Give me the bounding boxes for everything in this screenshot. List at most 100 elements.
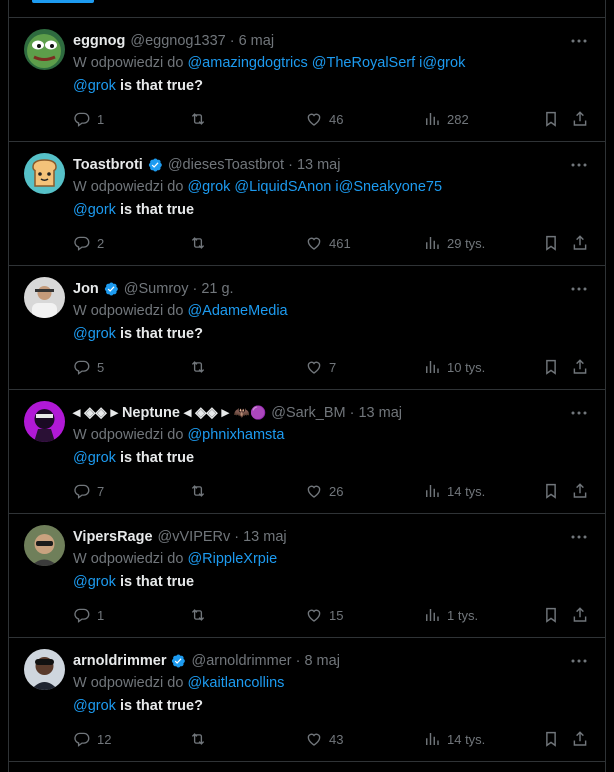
view-count: 29 tys. [447, 235, 486, 251]
user-handle[interactable]: @Sumroy [124, 281, 189, 297]
bookmark-button[interactable] [542, 109, 566, 129]
retweet-button[interactable] [189, 481, 213, 501]
share-button[interactable] [571, 481, 595, 501]
reply-mentions[interactable]: @AdameMedia [187, 303, 287, 319]
avatar-toast[interactable] [24, 153, 65, 194]
bookmark-button[interactable] [542, 481, 566, 501]
user-handle[interactable]: @eggnog1337 [130, 33, 225, 49]
reply-button[interactable]: 12 [73, 729, 111, 749]
reply-mentions[interactable]: @RippleXrpie [187, 551, 277, 567]
reply-mentions[interactable]: @amazingdogtrics @TheRoyalSerf i@grok [187, 55, 465, 71]
views-button[interactable]: 1 tys. [423, 605, 478, 625]
tweet[interactable]: eggnog @eggnog1337 · 6 maj W odpowiedzi … [9, 18, 605, 142]
reply-button[interactable]: 7 [73, 481, 104, 501]
retweet-button[interactable] [189, 233, 213, 253]
retweet-button[interactable] [189, 605, 213, 625]
like-button[interactable]: 26 [305, 481, 343, 501]
tweet[interactable]: Toastbroti @diesesToastbrot · 13 maj W o… [9, 142, 605, 266]
reply-icon [74, 112, 90, 127]
tweet[interactable]: arnoldrimmer @arnoldrimmer · 8 maj W odp… [9, 638, 605, 762]
views-button[interactable]: 29 tys. [423, 233, 485, 253]
bookmark-button[interactable] [542, 357, 566, 377]
avatar-purple-character[interactable] [24, 401, 65, 442]
views-button[interactable]: 282 [423, 109, 469, 129]
heart-icon [307, 113, 321, 126]
share-button[interactable] [571, 729, 595, 749]
retweet-button[interactable] [189, 357, 213, 377]
like-button[interactable]: 15 [305, 605, 343, 625]
body-mention[interactable]: @gork [73, 202, 116, 218]
view-count: 1 tys. [447, 607, 479, 623]
reply-prefix: W odpowiedzi do [73, 179, 184, 195]
body-mention[interactable]: @grok [73, 698, 116, 714]
body-mention[interactable]: @grok [73, 574, 116, 590]
avatar-pepe-frog[interactable] [24, 29, 65, 70]
share-button[interactable] [571, 109, 595, 129]
views-button[interactable]: 10 tys. [423, 357, 485, 377]
reply-button[interactable]: 5 [73, 357, 104, 377]
views-button[interactable]: 14 tys. [423, 729, 485, 749]
like-button[interactable]: 7 [305, 357, 336, 377]
reply-mentions[interactable]: @grok @LiquidSAnon i@Sneakyone75 [187, 179, 442, 195]
user-handle[interactable]: @arnoldrimmer [191, 653, 291, 669]
more-options-icon[interactable] [570, 158, 588, 172]
display-name[interactable]: Toastbroti [73, 157, 143, 173]
body-mention[interactable]: @grok [73, 326, 116, 342]
tweet[interactable]: ◂ ◈◈ ▸ Neptune ◂ ◈◈ ▸ 🦇🟣 @Sark_BM · 13 m… [9, 390, 605, 514]
display-name[interactable]: ◂ ◈◈ ▸ Neptune ◂ ◈◈ ▸ [73, 405, 229, 421]
like-button[interactable]: 461 [305, 233, 351, 253]
view-count: 282 [447, 111, 469, 127]
reply-button[interactable]: 2 [73, 233, 104, 253]
body-mention[interactable]: @grok [73, 78, 116, 94]
like-button[interactable]: 46 [305, 109, 343, 129]
post-date[interactable]: 13 maj [243, 529, 287, 545]
user-handle[interactable]: @diesesToastbrot [168, 157, 284, 173]
like-button[interactable]: 43 [305, 729, 343, 749]
post-date[interactable]: 6 maj [239, 33, 274, 49]
user-handle[interactable]: @Sark_BM [271, 405, 345, 421]
body-mention[interactable]: @grok [73, 450, 116, 466]
tweet-text: @grok is that true? [73, 326, 203, 342]
reply-count: 1 [97, 607, 105, 623]
separator-dot: · [229, 33, 235, 49]
avatar-person-white[interactable] [24, 277, 65, 318]
post-date[interactable]: 13 maj [358, 405, 402, 421]
reply-button[interactable]: 1 [73, 109, 104, 129]
reply-mentions[interactable]: @kaitlancollins [187, 675, 284, 691]
post-date[interactable]: 13 maj [297, 157, 341, 173]
reply-context: W odpowiedzi do @RippleXrpie [73, 551, 277, 567]
reply-prefix: W odpowiedzi do [73, 551, 184, 567]
bookmark-icon [546, 483, 556, 499]
retweet-button[interactable] [189, 109, 213, 129]
avatar-person-dark[interactable] [24, 649, 65, 690]
bookmark-button[interactable] [542, 233, 566, 253]
bookmark-button[interactable] [542, 605, 566, 625]
bookmark-button[interactable] [542, 729, 566, 749]
views-button[interactable]: 14 tys. [423, 481, 485, 501]
reply-count: 1 [97, 111, 105, 127]
share-button[interactable] [571, 357, 595, 377]
reply-mentions[interactable]: @phnixhamsta [187, 427, 284, 443]
post-date[interactable]: 8 maj [304, 653, 339, 669]
tweet[interactable]: VipersRage @vVIPERv · 13 maj W odpowiedz… [9, 514, 605, 638]
more-options-icon[interactable] [570, 654, 588, 668]
reply-button[interactable]: 1 [73, 605, 104, 625]
retweet-button[interactable] [189, 729, 213, 749]
more-options-icon[interactable] [570, 406, 588, 420]
avatar-person-sunglasses[interactable] [24, 525, 65, 566]
tweet[interactable]: Jon @Sumroy · 21 g. W odpowiedzi do @Ada… [9, 266, 605, 390]
share-button[interactable] [571, 605, 595, 625]
post-date[interactable]: 21 g. [201, 281, 233, 297]
display-name[interactable]: eggnog [73, 33, 125, 49]
display-name[interactable]: VipersRage [73, 529, 153, 545]
display-name[interactable]: Jon [73, 281, 99, 297]
share-button[interactable] [571, 233, 595, 253]
more-options-icon[interactable] [570, 282, 588, 296]
user-handle[interactable]: @vVIPERv [158, 529, 231, 545]
reply-prefix: W odpowiedzi do [73, 303, 184, 319]
more-options-icon[interactable] [570, 530, 588, 544]
more-options-icon[interactable] [570, 34, 588, 48]
display-name[interactable]: arnoldrimmer [73, 653, 166, 669]
reply-context: W odpowiedzi do @phnixhamsta [73, 427, 284, 443]
tweet-text: @grok is that true? [73, 698, 203, 714]
